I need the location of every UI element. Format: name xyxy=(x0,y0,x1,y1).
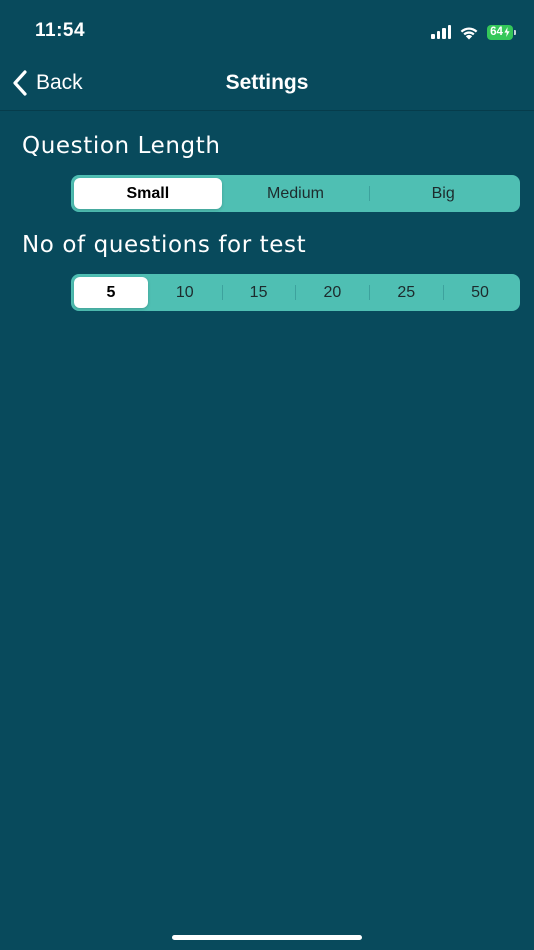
charging-bolt-icon xyxy=(504,27,510,37)
status-time: 11:54 xyxy=(35,20,86,41)
count-option-10[interactable]: 10 xyxy=(148,277,222,308)
count-option-50[interactable]: 50 xyxy=(443,277,517,308)
battery-charging-icon: 64 xyxy=(487,24,516,40)
question-length-title: Question Length xyxy=(22,133,221,159)
battery-level: 64 xyxy=(490,26,503,38)
length-option-big[interactable]: Big xyxy=(369,178,517,209)
count-option-15[interactable]: 15 xyxy=(221,277,296,308)
status-icons: 64 xyxy=(431,24,516,40)
length-option-medium[interactable]: Medium xyxy=(222,178,370,209)
navigation-bar: Back Settings xyxy=(0,56,534,111)
length-option-small[interactable]: Small xyxy=(74,178,222,209)
count-option-20[interactable]: 20 xyxy=(295,277,369,308)
question-count-title: No of questions for test xyxy=(22,232,307,258)
question-length-selector: Small Medium Big xyxy=(71,175,520,212)
page-title: Settings xyxy=(225,71,309,94)
count-option-25[interactable]: 25 xyxy=(369,277,443,308)
cellular-signal-icon xyxy=(431,25,451,39)
question-count-selector: 5 10 15 20 25 50 xyxy=(71,274,520,311)
count-option-5[interactable]: 5 xyxy=(74,277,148,308)
status-bar: 11:54 64 xyxy=(0,0,534,56)
wifi-icon xyxy=(459,25,479,40)
home-indicator[interactable] xyxy=(172,935,362,940)
